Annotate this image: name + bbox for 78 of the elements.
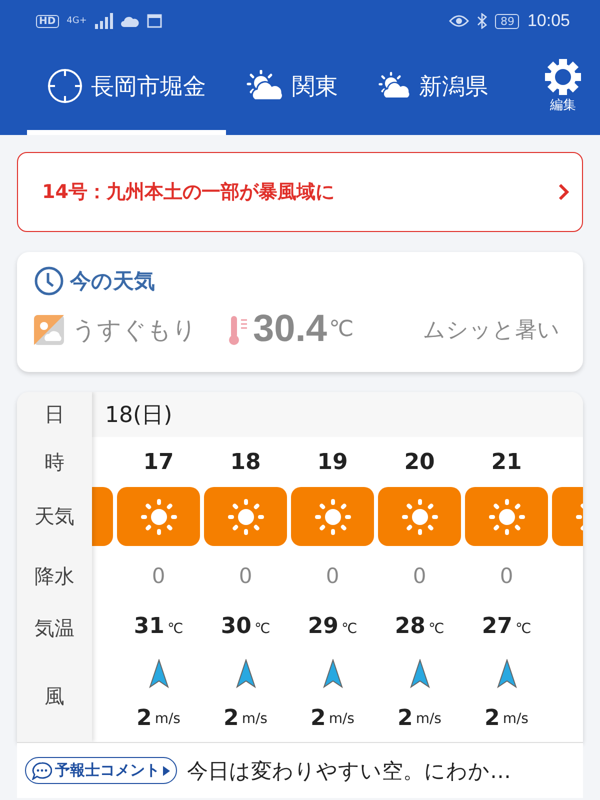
alert-text: 14号：九州本土の一部が暴風域に <box>42 180 336 205</box>
triangle-right-icon <box>163 766 170 776</box>
precipitation-value: 0 <box>500 564 514 588</box>
location-tab[interactable]: 新潟県 <box>358 42 488 135</box>
sun-icon <box>400 496 440 536</box>
location-tab[interactable]: 長岡市堀金 <box>27 42 226 135</box>
temperature-unit: ℃ <box>515 621 532 637</box>
hd-indicator: HD <box>36 14 59 28</box>
wind-arrow-icon <box>148 658 168 688</box>
clock-icon <box>34 266 64 296</box>
section-title: 今の天気 <box>70 268 155 295</box>
temperature-unit: ℃ <box>428 621 444 637</box>
wind-arrow-icon <box>410 658 430 688</box>
condition-text: うすぐもり <box>72 314 197 346</box>
clock-time: 10:05 <box>527 11 570 31</box>
network-type: 4G+ <box>66 16 87 26</box>
eye-icon <box>449 14 470 28</box>
wind-unit: m/s <box>502 710 528 726</box>
row-label: 気温 <box>34 615 76 642</box>
signal-icon <box>94 13 113 29</box>
chat-bubble-icon <box>32 762 52 780</box>
temperature-unit: ℃ <box>254 621 270 637</box>
row-label: 時 <box>44 448 66 476</box>
calendar-icon <box>146 14 162 28</box>
row-label: 降水 <box>34 562 76 590</box>
hour-label: 17 <box>143 450 174 474</box>
sun-cloud-icon <box>34 314 64 344</box>
comment-text: 今日は変わりやすい空。にわか… <box>187 758 511 784</box>
hour-label: 19 <box>317 450 348 474</box>
row-label: 日 <box>44 401 66 428</box>
wind-speed: 2 <box>484 706 500 731</box>
hour-label: 21 <box>491 450 522 474</box>
location-tab[interactable]: 関東 <box>226 42 358 135</box>
temperature-unit: ℃ <box>341 621 358 637</box>
hour-label: 20 <box>404 450 435 474</box>
temperature-value: 30.4 <box>253 308 327 351</box>
forecaster-comment-button[interactable]: 予報士コメント <box>25 757 177 784</box>
precipitation-value: 0 <box>412 564 426 588</box>
row-label: 風 <box>44 682 66 710</box>
crosshair-icon <box>47 68 83 104</box>
temperature-unit: ℃ <box>328 317 354 342</box>
thermometer-icon <box>227 314 249 346</box>
bluetooth-icon <box>477 13 488 29</box>
date-header: 18(日) <box>92 392 583 437</box>
wind-speed: 2 <box>224 706 239 731</box>
wind-speed: 2 <box>398 706 413 731</box>
sun-icon <box>312 496 352 536</box>
temperature-value: 31 <box>134 614 164 639</box>
wind-unit: m/s <box>242 710 268 726</box>
precipitation-value: 0 <box>326 564 340 588</box>
temperature-unit: ℃ <box>167 621 184 637</box>
feeling-text: ムシッと暑い <box>423 316 560 344</box>
wind-speed: 2 <box>136 706 152 731</box>
sun-cloud-icon <box>246 70 284 102</box>
wind-speed: 2 <box>310 706 326 731</box>
temperature-value: 28 <box>394 614 426 639</box>
wind-unit: m/s <box>328 710 354 726</box>
hour-label: 18 <box>230 450 261 474</box>
temperature-value: 27 <box>482 614 512 639</box>
chevron-right-icon <box>558 183 570 201</box>
cloud-icon <box>120 15 139 27</box>
wind-arrow-icon <box>236 658 256 688</box>
precipitation-value: 0 <box>238 564 252 588</box>
precipitation-value: 0 <box>152 564 166 588</box>
sun-icon <box>486 496 526 536</box>
row-label: 天気 <box>34 503 76 530</box>
wind-arrow-icon <box>496 658 516 688</box>
sun-icon <box>138 496 178 536</box>
temperature-value: 30 <box>220 614 252 639</box>
battery-icon: 89 <box>495 14 520 28</box>
sun-icon <box>226 496 266 536</box>
settings-icon <box>544 58 582 96</box>
temperature-value: 29 <box>308 614 338 639</box>
wind-unit: m/s <box>416 710 442 726</box>
wind-arrow-icon <box>322 658 342 688</box>
wind-unit: m/s <box>154 710 180 726</box>
settings-button[interactable]: 編集 <box>544 42 600 135</box>
alert-banner[interactable]: 14号：九州本土の一部が暴風域に <box>17 152 583 232</box>
